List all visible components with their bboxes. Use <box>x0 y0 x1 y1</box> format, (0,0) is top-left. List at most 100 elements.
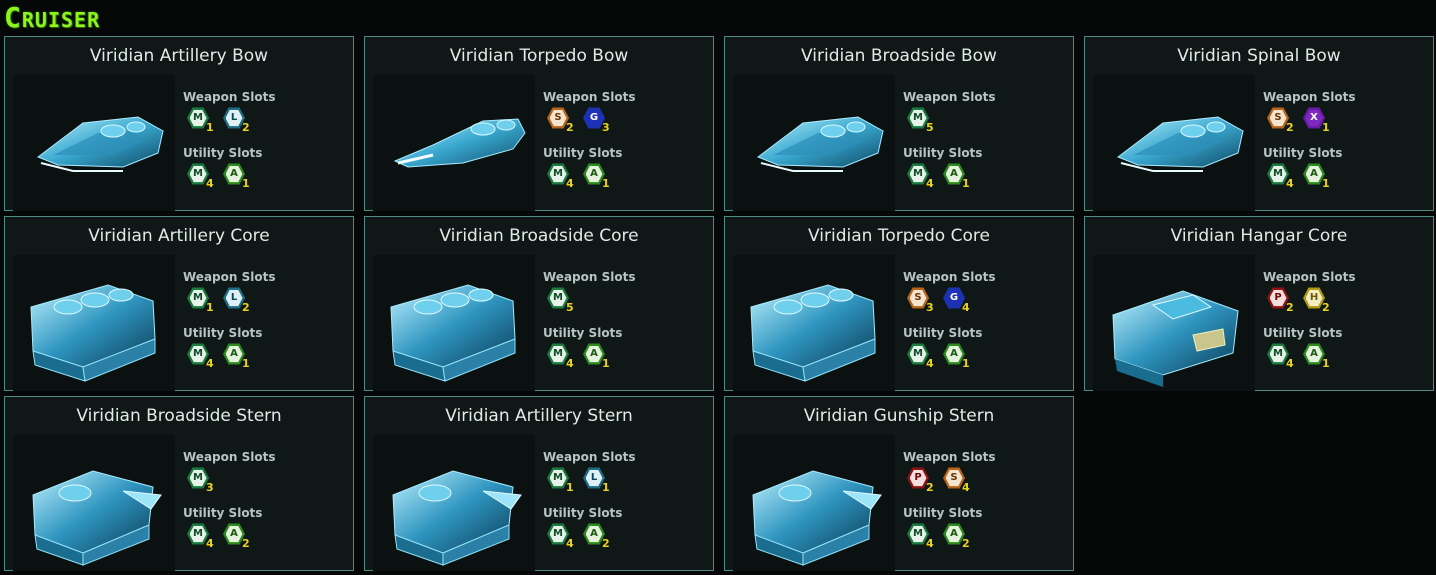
core-ship-icon <box>390 284 516 382</box>
slot-badge-a: A1 <box>943 343 970 369</box>
utility-slots-label: Utility Slots <box>903 506 983 520</box>
slot-type-letter: A <box>585 345 603 363</box>
slot-type-letter: A <box>1305 165 1323 183</box>
slot-count: 3 <box>602 121 610 134</box>
slot-count: 1 <box>566 481 574 494</box>
weapon-slots-label: Weapon Slots <box>183 270 276 284</box>
slot-badge-s: S2 <box>547 107 574 133</box>
weapon-slots-label: Weapon Slots <box>903 450 996 464</box>
weapon-slot-list: S2X1 <box>1263 105 1428 145</box>
slot-badge-x: X1 <box>1303 107 1330 133</box>
slot-badge-a: A1 <box>583 343 610 369</box>
weapon-slots-label: Weapon Slots <box>1263 90 1356 104</box>
slot-count: 1 <box>1322 357 1330 370</box>
slot-badge-l: L2 <box>223 287 250 313</box>
module-card[interactable]: Viridian Gunship Stern Weapon Slots P 2 S 4 U… <box>724 396 1074 571</box>
slot-type-letter: M <box>549 289 567 307</box>
slot-type-letter: G <box>945 289 963 307</box>
slot-type-letter: M <box>189 469 207 487</box>
slot-count: 4 <box>1286 357 1294 370</box>
slot-type-letter: A <box>225 345 243 363</box>
utility-slots-label: Utility Slots <box>903 326 983 340</box>
slot-badge-m: M4 <box>547 163 574 189</box>
weapon-slot-list: M5 <box>543 285 708 325</box>
utility-slots-label: Utility Slots <box>1263 146 1343 160</box>
ship-image <box>733 435 895 571</box>
module-title: Viridian Gunship Stern <box>803 406 995 426</box>
slot-badge-m: M4 <box>187 343 214 369</box>
slot-type-letter: S <box>945 469 963 487</box>
module-title: Viridian Broadside Bow <box>801 46 997 66</box>
module-title: Viridian Broadside Core <box>439 226 639 246</box>
slot-type-letter: A <box>585 165 603 183</box>
module-title: Viridian Broadside Stern <box>76 406 282 426</box>
ship-image <box>13 435 175 571</box>
slot-count: 2 <box>566 121 574 134</box>
module-card[interactable]: Viridian Artillery Bow Weapon Slots M 1 L 2 U… <box>4 36 354 211</box>
module-card[interactable]: Viridian Torpedo Bow Weapon Slots S 2 G 3 Uti… <box>364 36 714 211</box>
weapon-slot-list: M3 <box>183 465 348 505</box>
slot-badge-a: A1 <box>583 163 610 189</box>
slot-count: 1 <box>962 177 970 190</box>
slot-badge-m: M4 <box>187 523 214 549</box>
slot-count: 1 <box>962 357 970 370</box>
slot-type-letter: A <box>945 525 963 543</box>
slot-type-letter: M <box>189 345 207 363</box>
utility-slots-label: Utility Slots <box>903 146 983 160</box>
slot-count: 4 <box>926 357 934 370</box>
slot-badge-a: A1 <box>1303 343 1330 369</box>
bow-ship-icon <box>1116 116 1244 172</box>
module-title: Viridian Torpedo Core <box>808 226 990 246</box>
slot-type-letter: M <box>549 345 567 363</box>
slot-count: 2 <box>242 537 250 550</box>
slot-badge-m: M4 <box>907 163 934 189</box>
slot-badge-a: A2 <box>583 523 610 549</box>
module-card[interactable]: Viridian Broadside Core Weapon Slots M 5 Ut… <box>364 216 714 391</box>
module-title: Viridian Artillery Core <box>88 226 270 246</box>
slot-count: 2 <box>962 537 970 550</box>
slot-badge-m: M3 <box>187 467 214 493</box>
slot-count: 5 <box>926 121 934 134</box>
module-card[interactable]: Viridian Artillery Core Weapon Slots M 1 L 2… <box>4 216 354 391</box>
weapon-slots-label: Weapon Slots <box>543 270 636 284</box>
slot-count: 1 <box>602 177 610 190</box>
weapon-slot-list: M5 <box>903 105 1068 145</box>
module-card[interactable]: Viridian Artillery Stern Weapon Slots M 1 L… <box>364 396 714 571</box>
bow-ship-icon <box>756 116 884 172</box>
utility-slots-label: Utility Slots <box>543 326 623 340</box>
slot-badge-a: A1 <box>943 163 970 189</box>
slot-type-letter: S <box>1269 109 1287 127</box>
slot-count: 4 <box>566 357 574 370</box>
slot-type-letter: P <box>909 469 927 487</box>
slot-count: 4 <box>926 177 934 190</box>
slot-panel: Weapon Slots M 1 L 2 Utility Slots M 4 A 1 <box>183 269 348 381</box>
module-card[interactable]: Viridian Broadside Bow Weapon Slots M 5 Uti… <box>724 36 1074 211</box>
utility-slot-list: M4A1 <box>1263 161 1428 201</box>
slot-badge-a: A1 <box>223 163 250 189</box>
utility-slot-list: M4 A1 <box>543 161 708 201</box>
slot-type-letter: A <box>1305 345 1323 363</box>
weapon-slot-list: M1L2 <box>183 105 348 145</box>
slot-type-letter: M <box>549 165 567 183</box>
stern-ship-icon <box>752 470 882 566</box>
slot-type-letter: M <box>1269 345 1287 363</box>
utility-slot-list: M4A1 <box>1263 341 1428 381</box>
slot-type-letter: L <box>225 289 243 307</box>
slot-type-letter: M <box>189 525 207 543</box>
weapon-slots-label: Weapon Slots <box>903 270 996 284</box>
module-card[interactable]: Viridian Spinal Bow Weapon Slots S 2 X 1 Util… <box>1084 36 1434 211</box>
module-card[interactable]: Viridian Broadside Stern Weapon Slots M 3 U… <box>4 396 354 571</box>
module-card[interactable]: Viridian Hangar Core Weapon Slots P 2 H 2 Uti… <box>1084 216 1434 391</box>
slot-badge-p: P2 <box>907 467 934 493</box>
slot-type-letter: M <box>909 345 927 363</box>
module-card[interactable]: Viridian Torpedo Core Weapon Slots S 3 G 4 Ut… <box>724 216 1074 391</box>
slot-type-letter: S <box>549 109 567 127</box>
slot-count: 4 <box>206 537 214 550</box>
slot-type-letter: L <box>225 109 243 127</box>
slot-type-letter: M <box>189 109 207 127</box>
utility-slot-list: M4A2 <box>183 521 348 561</box>
core-ship-icon <box>750 284 876 382</box>
slot-badge-m: M4 <box>907 523 934 549</box>
slot-count: 3 <box>926 301 934 314</box>
slot-count: 2 <box>242 301 250 314</box>
